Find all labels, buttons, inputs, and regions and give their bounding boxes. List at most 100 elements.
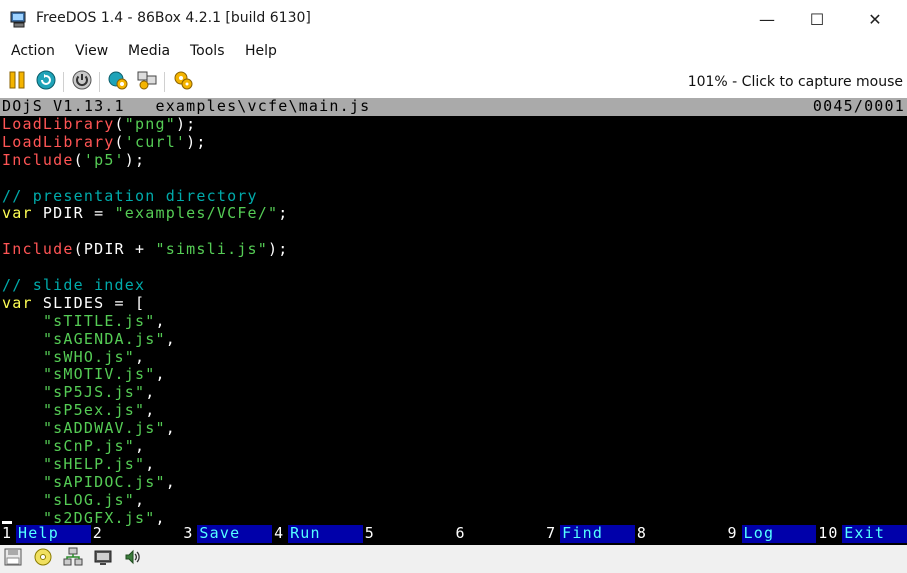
code-line: "sCnP.js",: [2, 437, 905, 456]
code-token: ,: [145, 383, 156, 402]
code-token: "sHELP.js": [42, 454, 146, 473]
menu-bar: Action View Media Tools Help: [0, 38, 907, 66]
function-key-3[interactable]: 3 Save: [181, 524, 273, 543]
close-button[interactable]: ✕: [850, 0, 900, 38]
function-key-number: 9: [725, 524, 742, 543]
reset-icon: [35, 69, 57, 95]
toolbar: 101% - Click to capture mouse: [0, 66, 907, 98]
network-button[interactable]: [62, 547, 84, 571]
function-key-9[interactable]: 9 Log: [725, 524, 817, 543]
code-line: "sTITLE.js",: [2, 311, 905, 331]
function-key-1[interactable]: 1 Help: [0, 524, 91, 543]
function-key-2[interactable]: 2: [90, 524, 182, 543]
code-token: "sWHO.js": [42, 347, 136, 366]
pause-button[interactable]: [5, 70, 29, 94]
reset-button[interactable]: [34, 70, 58, 94]
function-key-10[interactable]: 10 Exit: [816, 524, 907, 543]
function-key-8[interactable]: 8: [634, 524, 726, 543]
display-button[interactable]: [92, 548, 114, 570]
code-token: "sMOTIV.js": [42, 365, 156, 384]
code-line: var PDIR = "examples/VCFe/";: [2, 205, 905, 223]
code-token: // presentation directory: [2, 186, 258, 205]
floppy-drive-button[interactable]: [2, 548, 24, 570]
maximize-button[interactable]: ☐: [792, 0, 842, 38]
code-token: (: [73, 150, 84, 169]
code-token: "png": [124, 115, 176, 133]
code-token: PDIR =: [32, 204, 115, 223]
code-token: "simsli.js": [155, 240, 269, 259]
code-token: ,: [155, 365, 166, 384]
code-area[interactable]: LoadLibrary("png"); LoadLibrary('curl'); I…: [2, 115, 905, 527]
menu-tools[interactable]: Tools: [190, 43, 225, 59]
display-icon: [93, 547, 113, 571]
code-line: Include('p5');: [2, 150, 905, 170]
capture-status[interactable]: 101% - Click to capture mouse: [688, 74, 903, 90]
sound-icon: [123, 547, 143, 571]
network-icon: [63, 547, 83, 571]
function-key-5[interactable]: 5: [362, 524, 454, 543]
code-line: LoadLibrary("png");: [2, 115, 905, 134]
menu-help[interactable]: Help: [245, 43, 277, 59]
code-token: ,: [165, 329, 176, 348]
code-token: "sCnP.js": [42, 437, 136, 456]
code-line: Include(PDIR + "simsli.js");: [2, 240, 905, 259]
code-token: );: [186, 132, 207, 151]
settings-button[interactable]: [106, 70, 130, 94]
code-token: "sP5JS.js": [42, 383, 146, 402]
code-token: ,: [165, 472, 176, 491]
function-key-4[interactable]: 4 Run: [272, 524, 363, 543]
emulator-screen[interactable]: DOjS V1.13.1 examples\vcfe\main.js 0045/…: [0, 98, 907, 545]
menu-view[interactable]: View: [75, 43, 108, 59]
function-key-label: Run: [288, 525, 363, 543]
ctrl-alt-del-icon: [136, 69, 158, 95]
pause-icon: [7, 70, 27, 94]
function-key-number: 6: [453, 524, 470, 543]
maximize-icon: ☐: [809, 9, 825, 29]
function-key-number: 10: [816, 524, 843, 543]
code-token: ;: [278, 204, 289, 223]
code-line: "sLOG.js",: [2, 490, 905, 510]
code-line: LoadLibrary('curl');: [2, 132, 905, 152]
function-key-bar: 1 Help 2 3 Save 4 Run 5 6 7 Find 8 9 Log 10 Exit: [0, 524, 907, 543]
power-button[interactable]: [70, 70, 94, 94]
screenshot-button[interactable]: [171, 70, 195, 94]
menu-media[interactable]: Media: [128, 43, 170, 59]
ctrl-alt-del-button[interactable]: [135, 70, 159, 94]
editor-title: DOjS V1.13.1 examples\vcfe\main.js: [2, 98, 371, 115]
code-line: var SLIDES = [: [2, 294, 905, 313]
code-token: "sTITLE.js": [42, 311, 156, 330]
floppy-drive-icon: [3, 547, 23, 571]
cdrom-drive-icon: [33, 547, 53, 571]
code-token: ,: [155, 311, 166, 330]
code-token: );: [175, 115, 197, 133]
code-token: Include: [2, 150, 74, 169]
settings-icon: [107, 69, 129, 95]
function-key-label: Help: [16, 525, 91, 543]
code-line: // presentation directory: [2, 186, 905, 206]
app-icon: [10, 10, 28, 28]
code-line: "sAGENDA.js",: [2, 329, 905, 349]
function-key-number: 3: [181, 524, 198, 543]
code-token: );: [268, 240, 289, 259]
minimize-button[interactable]: —: [742, 0, 792, 38]
cdrom-drive-button[interactable]: [32, 548, 54, 570]
code-line: "sADDWAV.js",: [2, 419, 905, 438]
menu-action[interactable]: Action: [11, 43, 55, 59]
sound-button[interactable]: [122, 548, 144, 570]
function-key-label: Exit: [842, 525, 907, 543]
function-key-6[interactable]: 6: [453, 524, 544, 543]
code-token: (: [114, 115, 125, 133]
function-key-number: 2: [90, 524, 107, 543]
code-token: ,: [135, 490, 146, 509]
function-key-7[interactable]: 7 Find: [544, 524, 635, 543]
minimize-icon: —: [759, 9, 775, 29]
